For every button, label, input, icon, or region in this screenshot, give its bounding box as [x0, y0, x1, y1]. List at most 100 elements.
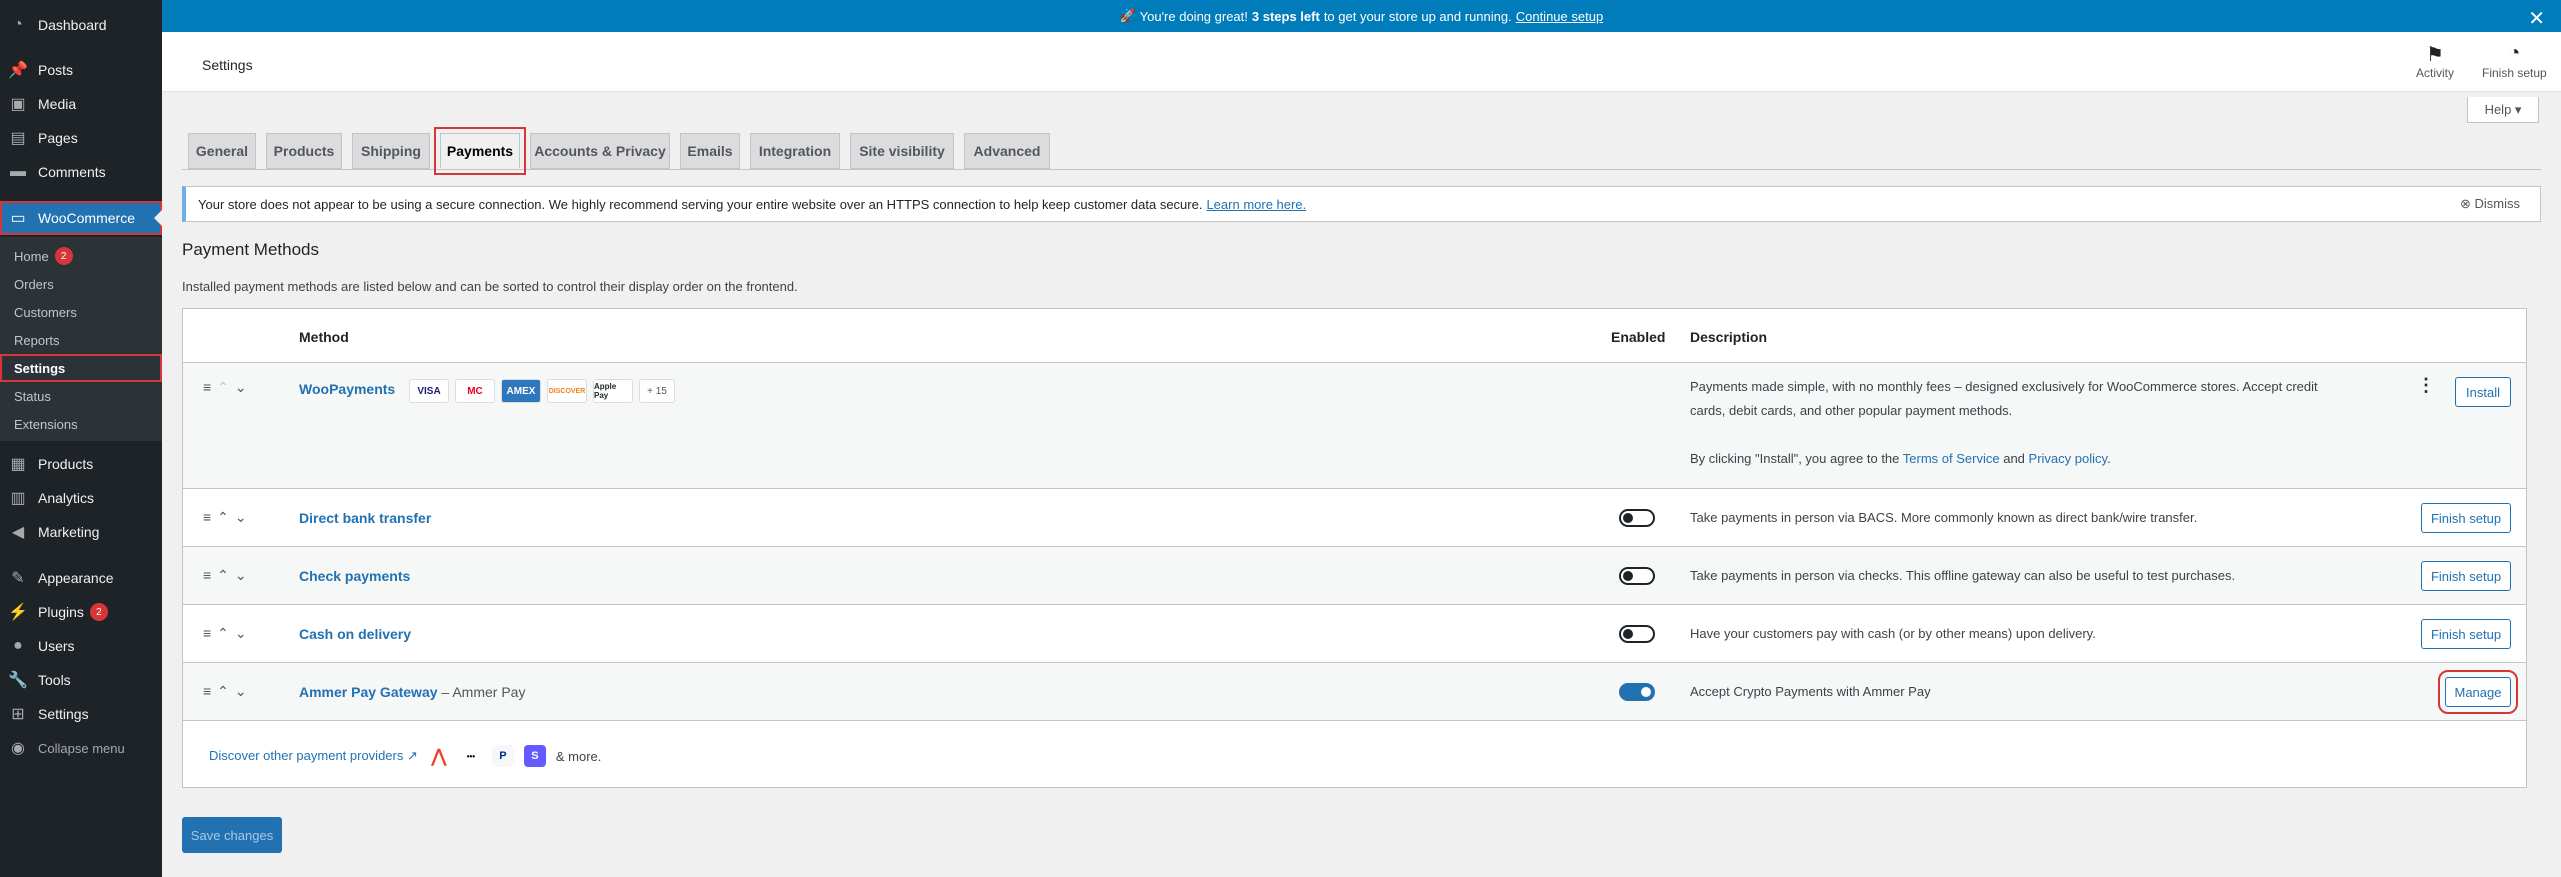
sidebar-item-users[interactable]: ● Users: [0, 629, 162, 663]
sidebar-item-plugins[interactable]: ⚡ Plugins 2: [0, 595, 162, 629]
setup-banner: 🚀 You're doing great! 3 steps left to ge…: [162, 0, 2561, 32]
sidebar-item-tools[interactable]: 🔧 Tools: [0, 663, 162, 697]
apple-pay-icon: Apple Pay: [593, 379, 633, 403]
sidebar-item-media[interactable]: ▣ Media: [0, 87, 162, 121]
tab-integration[interactable]: Integration: [750, 133, 840, 169]
payment-methods-description: Installed payment methods are listed bel…: [182, 279, 798, 294]
move-down-icon[interactable]: ⌄: [235, 625, 253, 641]
bacs-link[interactable]: Direct bank transfer: [299, 510, 431, 526]
brush-icon: ✎: [11, 570, 25, 587]
cod-link[interactable]: Cash on delivery: [299, 626, 411, 642]
payment-methods-table: Method Enabled Description ≡⌃⌄ WooPaymen…: [182, 308, 2527, 788]
move-up-icon[interactable]: ⌃: [217, 625, 235, 641]
sort-controls[interactable]: ≡⌃⌄: [203, 567, 253, 584]
woocommerce-submenu: Home 2 Orders Customers Reports Settings …: [0, 237, 162, 441]
sidebar-item-analytics[interactable]: ▥ Analytics: [0, 481, 162, 515]
tab-products[interactable]: Products: [266, 133, 342, 169]
submenu-item-home[interactable]: Home 2: [14, 244, 73, 268]
amex-icon: AMEX: [501, 379, 541, 403]
sidebar-item-dashboard[interactable]: ◔ Dashboard: [0, 8, 162, 42]
finish-setup-button[interactable]: ◔ Finish setup: [2482, 42, 2547, 80]
archive-icon: ▦: [10, 456, 26, 473]
chart-icon: ▥: [10, 490, 26, 507]
help-button[interactable]: Help ▾: [2467, 97, 2539, 123]
tab-advanced[interactable]: Advanced: [964, 133, 1050, 169]
submenu-item-extensions[interactable]: Extensions: [14, 412, 78, 436]
settings-icon: ⊞: [11, 706, 25, 723]
sort-controls[interactable]: ≡⌃⌄: [203, 625, 253, 642]
submenu-item-reports[interactable]: Reports: [14, 328, 60, 352]
bacs-toggle[interactable]: [1619, 509, 1655, 527]
tab-accounts-privacy[interactable]: Accounts & Privacy: [530, 133, 670, 169]
privacy-policy-link[interactable]: Privacy policy: [2029, 451, 2108, 466]
move-down-icon[interactable]: ⌄: [235, 567, 253, 583]
sort-controls[interactable]: ≡⌃⌄: [203, 683, 253, 700]
sidebar-item-appearance[interactable]: ✎ Appearance: [0, 561, 162, 595]
table-divider: [183, 720, 2526, 721]
page-icon: ▤: [10, 130, 26, 147]
sidebar-item-woocommerce[interactable]: ▭ WooCommerce: [0, 201, 162, 235]
move-up-icon[interactable]: ⌃: [217, 509, 235, 525]
more-options-icon[interactable]: ⋮: [2417, 376, 2435, 394]
sidebar-collapse-menu[interactable]: ◉ Collapse menu: [0, 731, 162, 765]
move-up-icon[interactable]: ⌃: [217, 567, 235, 583]
bacs-finish-setup-button[interactable]: Finish setup: [2421, 503, 2511, 533]
save-changes-button[interactable]: Save changes: [182, 817, 282, 853]
column-enabled: Enabled: [1611, 329, 1666, 345]
submenu-item-customers[interactable]: Customers: [14, 300, 77, 324]
flag-icon: ⚑: [2426, 44, 2444, 66]
close-icon[interactable]: ✕: [2528, 6, 2545, 31]
discover-providers-link[interactable]: Discover other payment providers ↗: [209, 748, 418, 764]
provider-logo-icon: ⋀: [431, 745, 447, 766]
move-down-icon[interactable]: ⌄: [235, 683, 253, 699]
cod-toggle[interactable]: [1619, 625, 1655, 643]
dashboard-icon: ◔: [13, 16, 23, 33]
sidebar-item-comments[interactable]: ▬ Comments: [0, 155, 162, 189]
sort-controls[interactable]: ≡⌃⌄: [203, 509, 253, 526]
sort-controls[interactable]: ≡⌃⌄: [203, 379, 253, 396]
terms-of-service-link[interactable]: Terms of Service: [1903, 451, 2000, 466]
tab-payments[interactable]: Payments: [434, 127, 526, 175]
tabs-divider: [182, 169, 2541, 170]
cod-finish-setup-button[interactable]: Finish setup: [2421, 619, 2511, 649]
drag-handle-icon[interactable]: ≡: [203, 509, 217, 525]
cheque-link[interactable]: Check payments: [299, 568, 410, 584]
tab-emails[interactable]: Emails: [680, 133, 740, 169]
cheque-finish-setup-button[interactable]: Finish setup: [2421, 561, 2511, 591]
continue-setup-link[interactable]: Continue setup: [1516, 9, 1603, 24]
sidebar-item-posts[interactable]: 📌 Posts: [0, 53, 162, 87]
table-row-bacs: ≡⌃⌄ Direct bank transfer Take payments i…: [183, 488, 2526, 546]
install-button[interactable]: Install: [2455, 377, 2511, 407]
cod-description: Have your customers pay with cash (or by…: [1690, 626, 2096, 641]
discover-providers: Discover other payment providers ↗ ⋀ •••…: [209, 745, 602, 767]
sidebar-item-marketing[interactable]: ◀ Marketing: [0, 515, 162, 549]
activity-button[interactable]: ⚑ Activity: [2416, 42, 2454, 80]
move-down-icon[interactable]: ⌄: [235, 379, 253, 395]
rocket-icon: 🚀: [1119, 8, 1136, 23]
tab-shipping[interactable]: Shipping: [352, 133, 430, 169]
learn-more-link[interactable]: Learn more here.: [1206, 197, 1306, 212]
ammer-pay-toggle[interactable]: [1619, 683, 1655, 701]
tab-site-visibility[interactable]: Site visibility: [850, 133, 954, 169]
sidebar-item-pages[interactable]: ▤ Pages: [0, 121, 162, 155]
move-up-icon[interactable]: ⌃: [217, 683, 235, 699]
woopayments-description: Payments made simple, with no monthly fe…: [1690, 379, 2318, 466]
woopayments-link[interactable]: WooPayments: [299, 381, 395, 397]
ammer-pay-link[interactable]: Ammer Pay Gateway – Ammer Pay: [299, 684, 525, 700]
submenu-item-status[interactable]: Status: [14, 384, 51, 408]
sidebar-item-settings[interactable]: ⊞ Settings: [0, 697, 162, 731]
drag-handle-icon[interactable]: ≡: [203, 379, 217, 395]
drag-handle-icon[interactable]: ≡: [203, 567, 217, 583]
sidebar-item-products[interactable]: ▦ Products: [0, 447, 162, 481]
dismiss-button[interactable]: ⊗ Dismiss: [2460, 196, 2520, 212]
submenu-item-orders[interactable]: Orders: [14, 272, 54, 296]
drag-handle-icon[interactable]: ≡: [203, 625, 217, 641]
drag-handle-icon[interactable]: ≡: [203, 683, 217, 699]
move-down-icon[interactable]: ⌄: [235, 509, 253, 525]
submenu-item-settings[interactable]: Settings: [0, 354, 162, 382]
mollie-logo-icon: •••: [466, 751, 476, 761]
tab-general[interactable]: General: [188, 133, 256, 169]
ammer-pay-manage-button[interactable]: Manage: [2438, 670, 2518, 714]
cheque-toggle[interactable]: [1619, 567, 1655, 585]
visa-icon: VISA: [409, 379, 449, 403]
